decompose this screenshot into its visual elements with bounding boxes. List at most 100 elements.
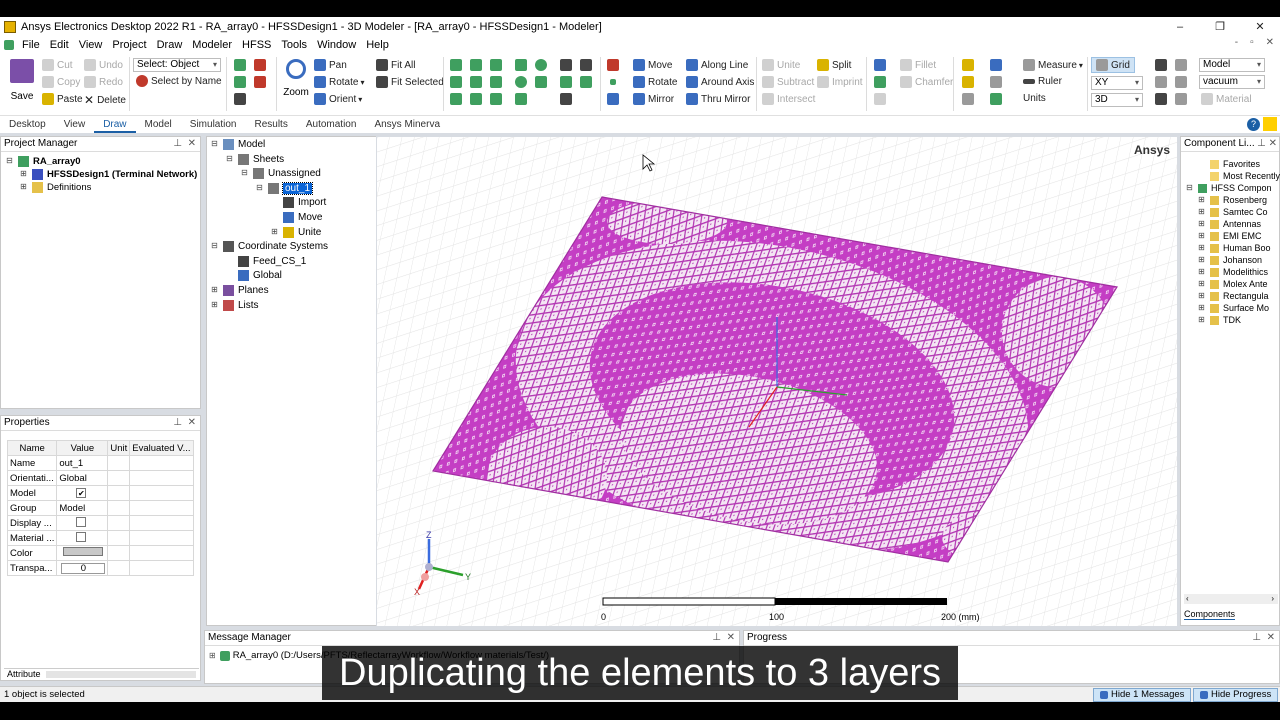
spiral-icon[interactable] [490,93,502,105]
plane-icon[interactable] [607,93,619,105]
material-button[interactable]: Material [1201,93,1252,105]
menu-modeler[interactable]: Modeler [187,39,237,51]
equation-surface-icon[interactable] [535,76,547,88]
expand-toggle-icon[interactable]: ⊟ [210,242,219,252]
model-view-icon[interactable] [1155,59,1167,71]
property-value[interactable] [56,545,109,561]
model-tree-item[interactable]: ⊟ Sheets [225,153,284,165]
point-icon[interactable] [610,79,616,85]
components-tab[interactable]: Components [1184,609,1236,620]
model-tree-item[interactable]: ⊞ Planes [210,285,269,296]
plane-dropdown[interactable]: XY [1091,76,1143,90]
rotate-object-button[interactable]: Rotate [633,76,677,88]
model-tree-item[interactable]: ⊞ Lists [210,299,259,311]
pan-button[interactable]: Pan [314,59,347,71]
panel-pin-close[interactable]: ⊥ ✕ [712,631,735,645]
zoom-button[interactable]: Zoom [282,57,310,112]
property-row[interactable]: Group Model [6,500,194,516]
select-mode-dropdown[interactable]: Select: Object [133,58,221,72]
circle-icon[interactable] [515,76,527,88]
color-swatch[interactable] [63,547,104,556]
select-vertex-icon[interactable] [234,76,246,88]
arc-icon[interactable] [580,59,592,71]
tab-view[interactable]: View [55,116,95,133]
move-button[interactable]: Move [633,59,672,71]
intersect-button[interactable]: Intersect [762,93,815,105]
horizontal-scrollbar[interactable] [46,671,196,678]
viewport-3d[interactable]: Z Y X 0 100 200 (mm) Ansys [377,137,1177,626]
menu-help[interactable]: Help [361,39,394,51]
ruler-button[interactable]: Ruler [1023,76,1062,87]
prism-icon[interactable] [450,93,462,105]
panel-pin-close[interactable]: ⊥ ✕ [1252,631,1275,645]
model-dropdown[interactable]: Model [1199,58,1265,72]
object-cs-icon[interactable] [962,93,974,105]
mdi-close-button[interactable]: ✕ [1266,37,1274,48]
snap-icon[interactable] [990,59,1002,71]
sphere-icon[interactable] [450,76,462,88]
expand-toggle-icon[interactable]: ⊟ [225,154,234,164]
property-checkbox[interactable] [76,516,87,527]
draw-mode-icon[interactable] [1175,59,1187,71]
expand-toggle-icon[interactable]: ⊟ [240,169,249,179]
model-tree-item[interactable]: Import [270,197,326,209]
project-tree-item[interactable]: ⊟ RA_array0 [5,156,81,167]
model-tree-item[interactable]: Global [225,270,282,282]
expand-toggle-icon[interactable]: ⊞ [210,300,219,310]
property-row[interactable]: Material ... [6,530,194,546]
face-cs-icon[interactable] [962,76,974,88]
expand-toggle-icon[interactable]: ⊟ [210,140,219,149]
chamfer-button[interactable]: Chamfer [900,76,953,88]
model-tree-item[interactable]: Move [270,212,322,223]
menu-view[interactable]: View [74,39,108,51]
minimize-button[interactable]: – [1160,17,1200,37]
measure-button[interactable]: Measure ▾ [1023,59,1083,71]
imprint-button[interactable]: Imprint [817,76,863,88]
grid-toggle[interactable]: Grid [1091,57,1135,73]
undo-button[interactable]: Undo [84,59,123,71]
hide-progress-button[interactable]: Hide Progress [1193,688,1279,702]
component-scrollbar[interactable]: ‹ › [1184,594,1278,604]
expand-toggle-icon[interactable]: ⊞ [270,227,279,237]
menu-draw[interactable]: Draw [152,39,188,51]
polygon-icon[interactable] [515,93,527,105]
bondwire-icon[interactable] [470,93,482,105]
tab-ansys-minerva[interactable]: Ansys Minerva [365,116,449,133]
property-row[interactable]: Model ✔ [6,485,194,501]
assign-icon[interactable] [1155,76,1167,88]
paste-button[interactable]: Paste [42,93,83,105]
property-checkbox[interactable]: ✔ [76,487,87,498]
ellipse-icon[interactable] [535,59,547,71]
property-checkbox[interactable] [76,531,87,542]
panel-pin-close[interactable]: ⊥ ✕ [173,416,196,430]
property-row[interactable]: Transpa... 0 [6,560,194,576]
tab-simulation[interactable]: Simulation [181,116,246,133]
sweep-icon[interactable] [874,59,886,71]
curve-icon[interactable] [560,93,572,105]
along-line-button[interactable]: Along Line [686,59,748,71]
menu-project[interactable]: Project [107,39,151,51]
help-icon[interactable]: ? [1247,118,1260,131]
snap-grid-icon[interactable] [990,76,1002,88]
select-object-icon[interactable] [234,93,246,105]
spline-icon[interactable] [560,76,572,88]
cone-icon[interactable] [490,76,502,88]
model-tree-item[interactable]: Feed_CS_1 [225,255,306,267]
select-multi-icon[interactable] [254,76,266,88]
tab-automation[interactable]: Automation [297,116,366,133]
thru-mirror-button[interactable]: Thru Mirror [686,93,750,105]
wrap-icon[interactable] [874,93,886,105]
hide-messages-button[interactable]: Hide 1 Messages [1093,688,1192,702]
property-value[interactable] [56,515,109,531]
menu-window[interactable]: Window [312,39,361,51]
equation-curve-icon[interactable] [580,76,592,88]
copy-button[interactable]: Copy [42,76,80,88]
region-icon[interactable] [607,59,619,71]
torus-icon[interactable] [470,76,482,88]
property-row[interactable]: Display ... [6,515,194,531]
subtract-button[interactable]: Subtract [762,76,814,88]
redo-button[interactable]: Redo [84,76,123,88]
menu-tools[interactable]: Tools [276,39,312,51]
house-icon[interactable] [1155,93,1167,105]
attribute-tab[interactable]: Attribute [4,669,44,679]
